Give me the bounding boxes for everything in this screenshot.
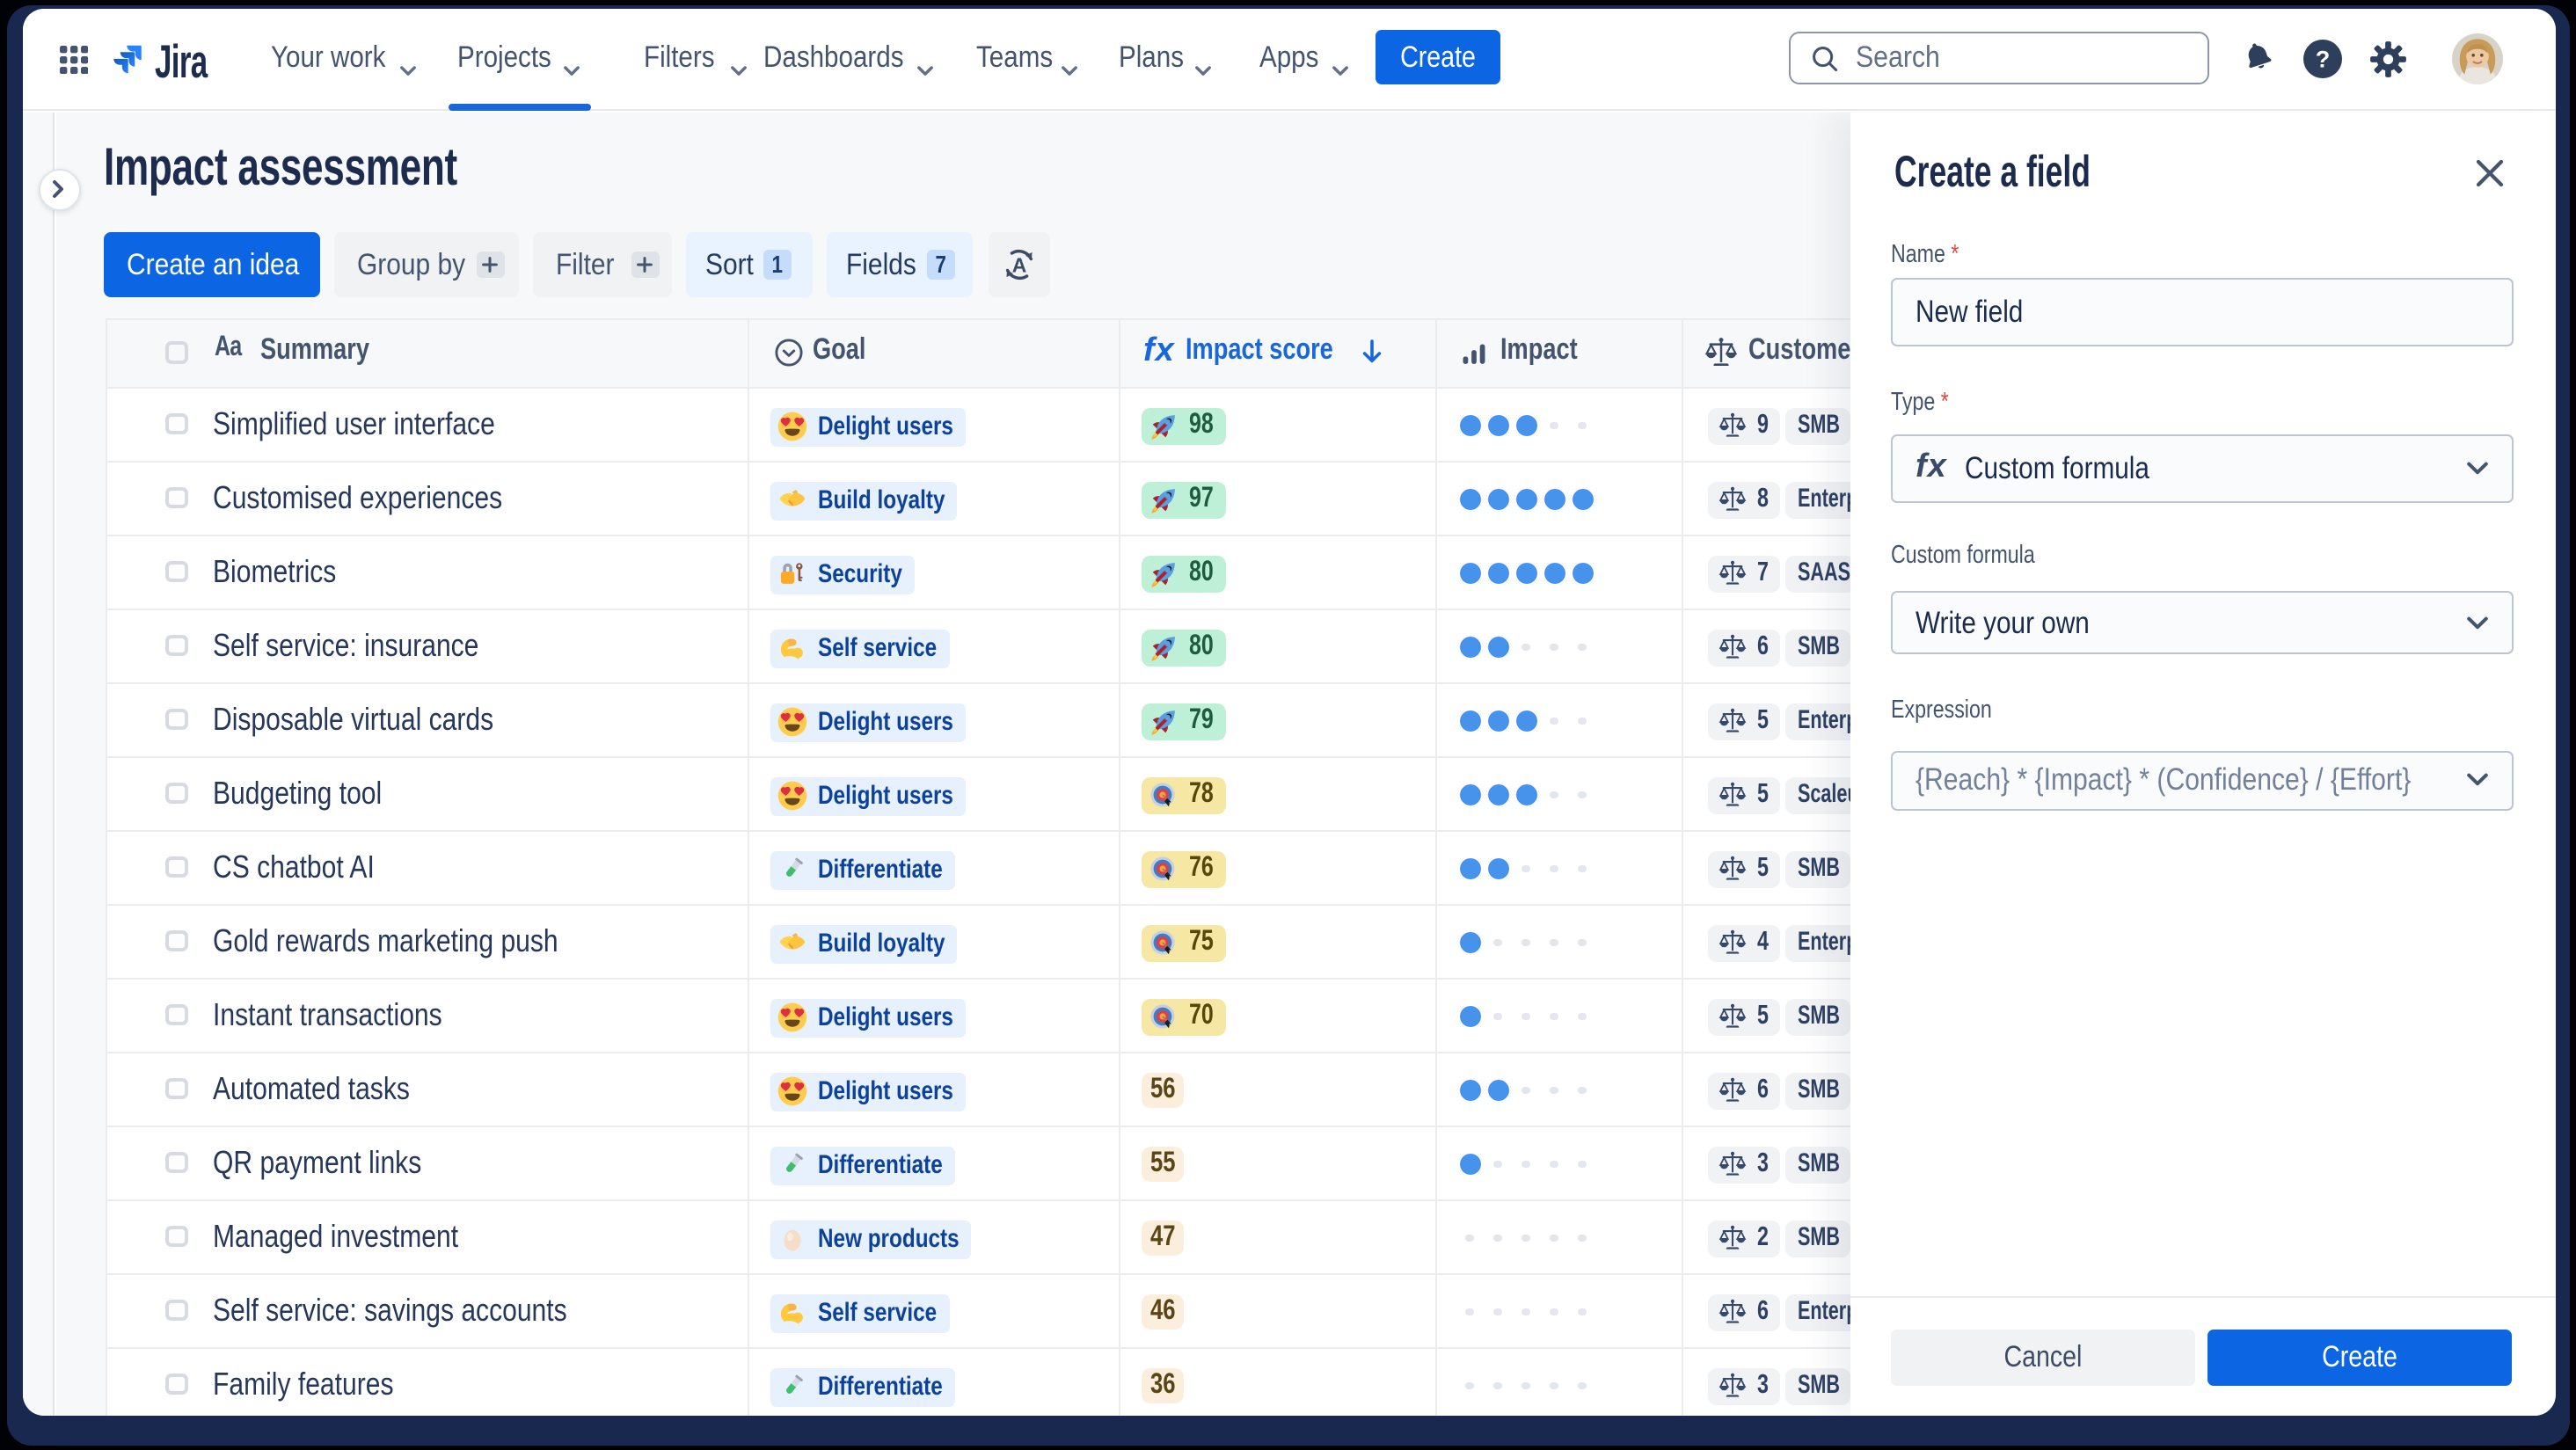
svg-text:?: ? bbox=[2315, 46, 2330, 72]
svg-text:A: A bbox=[1012, 253, 1027, 276]
